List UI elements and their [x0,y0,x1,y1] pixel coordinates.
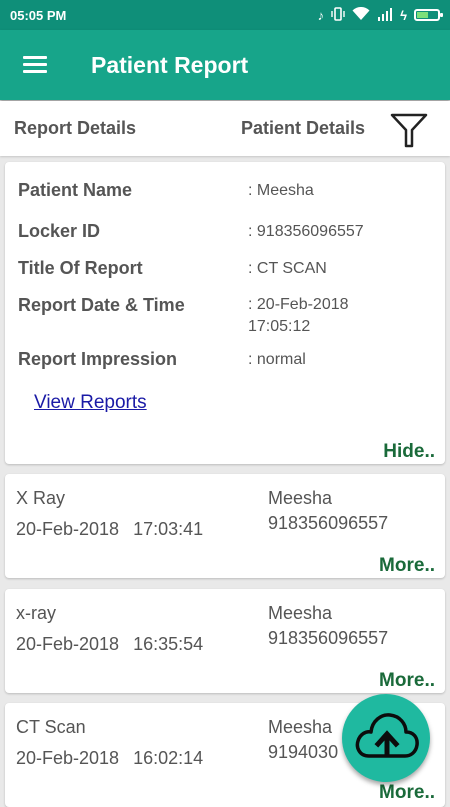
locker-id: 918356096557 [268,628,389,648]
tab-bar: Report Details Patient Details [0,101,450,156]
report-title-label: Title Of Report [18,258,143,278]
signal-icon [377,7,393,24]
tab-report-details[interactable]: Report Details [14,118,136,139]
patient-name: Meesha [268,488,333,508]
report-title: CT Scan [16,717,86,737]
report-datetime: 20-Feb-2018 16:02:14 [16,748,204,768]
app-bar: Patient Report [0,30,450,100]
status-bar: 05:05 PM ♪ ϟ [0,0,450,30]
patient-name: Meesha [268,717,333,737]
status-time: 05:05 PM [10,7,67,23]
cloud-upload-icon [355,713,419,758]
locker-id: 9194030 [268,742,339,762]
view-reports-link[interactable]: View Reports [34,392,147,414]
battery-icon [414,9,443,21]
vibrate-icon [331,6,345,24]
report-impression-label: Report Impression [18,349,178,369]
more-link[interactable]: More.. [379,555,435,577]
hide-link[interactable]: Hide.. [383,441,435,463]
charging-icon: ϟ [400,7,407,23]
list-item[interactable]: x-ray 20-Feb-2018 16:35:54 Meesha 918356… [5,589,445,693]
report-datetime: 20-Feb-2018 17:03:41 [16,519,204,539]
report-title-value: : CT SCAN [248,260,327,277]
report-datetime: 20-Feb-2018 16:35:54 [16,634,204,654]
report-detail-card: Patient Name : Meesha Locker ID : 918356… [5,162,445,464]
locker-id-value: : 918356096557 [248,223,364,240]
more-link[interactable]: More.. [379,782,435,804]
wifi-icon [352,6,370,24]
patient-name: Meesha [268,603,333,623]
more-link[interactable]: More.. [379,670,435,692]
report-title: X Ray [16,488,66,508]
locker-id-label: Locker ID [18,221,101,241]
patient-name-label: Patient Name [18,180,133,200]
report-title: x-ray [16,603,56,623]
status-icons: ♪ ϟ [317,6,443,24]
filter-funnel-icon[interactable] [389,109,429,149]
list-item[interactable]: X Ray 20-Feb-2018 17:03:41 Meesha 918356… [5,474,445,578]
report-date-value: : 20-Feb-2018 [248,296,349,313]
report-impression-value: : normal [248,351,306,368]
report-time-value: 17:05:12 [248,318,311,335]
hamburger-menu-icon[interactable] [23,56,47,74]
patient-name-value: : Meesha [248,182,314,199]
music-note-icon: ♪ [317,7,325,23]
tab-patient-details[interactable]: Patient Details [241,118,365,139]
upload-fab-button[interactable] [342,694,430,782]
locker-id: 918356096557 [268,513,389,533]
page-title: Patient Report [91,51,249,78]
report-datetime-label: Report Date & Time [18,295,185,315]
